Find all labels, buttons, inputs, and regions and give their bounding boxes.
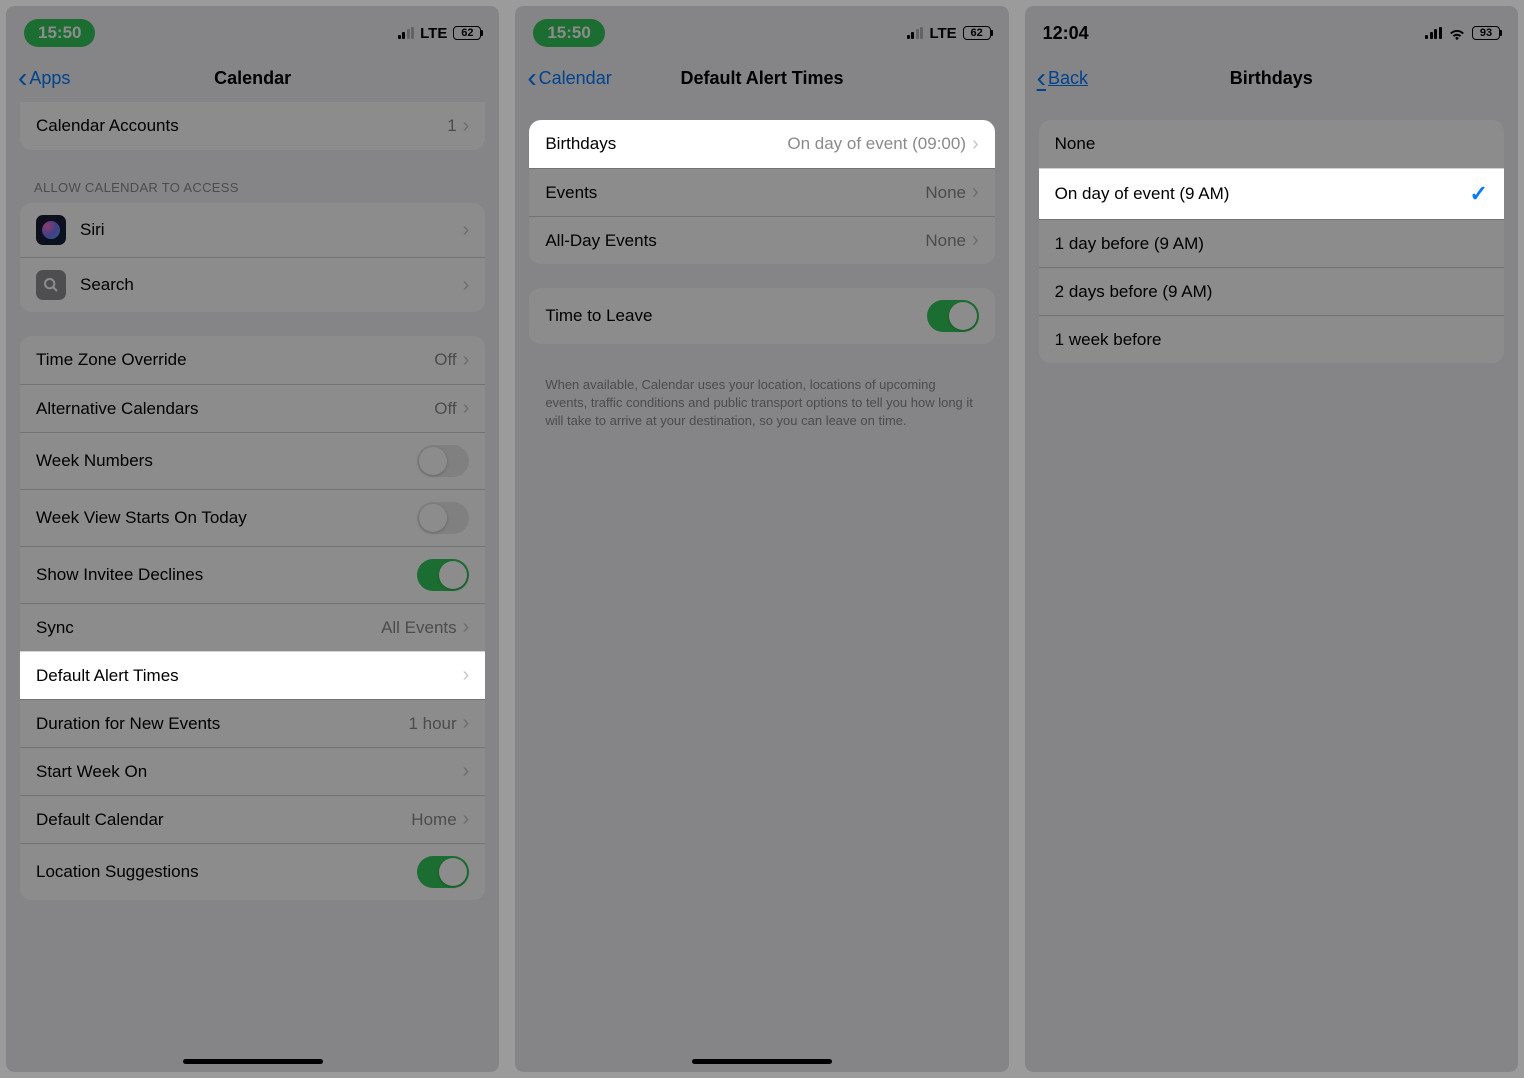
row-duration-new-events[interactable]: Duration for New Events 1 hour › bbox=[20, 699, 485, 747]
row-default-alert-times[interactable]: Default Alert Times › bbox=[20, 651, 485, 699]
page-title: Default Alert Times bbox=[680, 68, 843, 89]
section-header-access: ALLOW CALENDAR TO ACCESS bbox=[6, 174, 499, 203]
back-label: Back bbox=[1048, 68, 1088, 89]
status-right: 93 bbox=[1425, 26, 1500, 40]
back-label: Apps bbox=[29, 68, 70, 89]
row-all-day-events[interactable]: All-Day Events None › bbox=[529, 216, 994, 264]
nav-bar: ‹ Back Birthdays bbox=[1025, 56, 1518, 102]
row-events[interactable]: Events None › bbox=[529, 168, 994, 216]
back-button[interactable]: ‹ Calendar bbox=[527, 64, 611, 92]
network-label: LTE bbox=[420, 25, 447, 42]
chevron-right-icon: › bbox=[463, 664, 470, 687]
cellular-signal-icon bbox=[398, 27, 415, 39]
screen-calendar-settings: 15:50 LTE 62 ‹ Apps Calendar Calendar Ac… bbox=[6, 6, 499, 1072]
chevron-right-icon: › bbox=[463, 712, 470, 735]
chevron-right-icon: › bbox=[463, 397, 470, 420]
cellular-signal-icon bbox=[907, 27, 924, 39]
screen-default-alert-times: 15:50 LTE 62 ‹ Calendar Default Alert Ti… bbox=[515, 6, 1008, 1072]
chevron-left-icon: ‹ bbox=[1037, 64, 1046, 92]
back-button[interactable]: ‹ Back bbox=[1037, 64, 1088, 92]
row-show-invitee-declines[interactable]: Show Invitee Declines bbox=[20, 546, 485, 603]
battery-icon: 93 bbox=[1472, 26, 1500, 40]
time-to-leave-footer: When available, Calendar uses your locat… bbox=[515, 368, 1008, 439]
status-bar: 15:50 LTE 62 bbox=[6, 6, 499, 56]
status-right: LTE 62 bbox=[907, 25, 991, 42]
status-time: 12:04 bbox=[1043, 23, 1089, 44]
toggle-week-numbers[interactable] bbox=[417, 445, 469, 477]
row-start-week-on[interactable]: Start Week On › bbox=[20, 747, 485, 795]
wifi-icon bbox=[1448, 26, 1466, 40]
status-time: 15:50 bbox=[24, 19, 95, 47]
chevron-right-icon: › bbox=[463, 808, 470, 831]
siri-icon bbox=[36, 215, 66, 245]
chevron-right-icon: › bbox=[463, 349, 470, 372]
battery-icon: 62 bbox=[453, 26, 481, 40]
chevron-left-icon: ‹ bbox=[18, 64, 27, 92]
chevron-right-icon: › bbox=[463, 616, 470, 639]
back-button[interactable]: ‹ Apps bbox=[18, 64, 70, 92]
row-alternative-calendars[interactable]: Alternative Calendars Off › bbox=[20, 384, 485, 432]
chevron-right-icon: › bbox=[972, 229, 979, 252]
row-location-suggestions[interactable]: Location Suggestions bbox=[20, 843, 485, 900]
battery-icon: 62 bbox=[963, 26, 991, 40]
chevron-right-icon: › bbox=[463, 760, 470, 783]
back-label: Calendar bbox=[539, 68, 612, 89]
cellular-signal-icon bbox=[1425, 27, 1442, 39]
page-title: Birthdays bbox=[1230, 68, 1313, 89]
row-calendar-accounts[interactable]: Calendar Accounts 1 › bbox=[20, 102, 485, 150]
option-2-days-before[interactable]: 2 days before (9 AM) bbox=[1039, 267, 1504, 315]
chevron-right-icon: › bbox=[463, 274, 470, 297]
home-indicator[interactable] bbox=[183, 1059, 323, 1064]
status-bar: 12:04 93 bbox=[1025, 6, 1518, 56]
row-sync[interactable]: Sync All Events › bbox=[20, 603, 485, 651]
page-title: Calendar bbox=[214, 68, 291, 89]
settings-list[interactable]: Birthdays On day of event (09:00) › Even… bbox=[515, 102, 1008, 1072]
row-time-zone-override[interactable]: Time Zone Override Off › bbox=[20, 336, 485, 384]
chevron-right-icon: › bbox=[463, 219, 470, 242]
option-none[interactable]: None bbox=[1039, 120, 1504, 168]
checkmark-icon: ✓ bbox=[1470, 181, 1488, 207]
row-search[interactable]: Search › bbox=[20, 257, 485, 312]
chevron-right-icon: › bbox=[463, 115, 470, 138]
search-icon bbox=[36, 270, 66, 300]
row-siri[interactable]: Siri › bbox=[20, 203, 485, 257]
status-right: LTE 62 bbox=[398, 25, 482, 42]
options-list[interactable]: None On day of event (9 AM) ✓ 1 day befo… bbox=[1025, 102, 1518, 1072]
network-label: LTE bbox=[929, 25, 956, 42]
chevron-left-icon: ‹ bbox=[527, 64, 536, 92]
option-1-week-before[interactable]: 1 week before bbox=[1039, 315, 1504, 363]
settings-list[interactable]: Calendar Accounts 1 › ALLOW CALENDAR TO … bbox=[6, 102, 499, 1072]
toggle-week-view-starts[interactable] bbox=[417, 502, 469, 534]
row-week-numbers[interactable]: Week Numbers bbox=[20, 432, 485, 489]
status-time: 15:50 bbox=[533, 19, 604, 47]
row-time-to-leave[interactable]: Time to Leave bbox=[529, 288, 994, 344]
row-default-calendar[interactable]: Default Calendar Home › bbox=[20, 795, 485, 843]
chevron-right-icon: › bbox=[972, 133, 979, 156]
status-bar: 15:50 LTE 62 bbox=[515, 6, 1008, 56]
option-on-day-of-event[interactable]: On day of event (9 AM) ✓ bbox=[1039, 168, 1504, 219]
toggle-location-suggestions[interactable] bbox=[417, 856, 469, 888]
nav-bar: ‹ Apps Calendar bbox=[6, 56, 499, 102]
row-week-view-starts-today[interactable]: Week View Starts On Today bbox=[20, 489, 485, 546]
toggle-time-to-leave[interactable] bbox=[927, 300, 979, 332]
home-indicator[interactable] bbox=[692, 1059, 832, 1064]
toggle-invitee-declines[interactable] bbox=[417, 559, 469, 591]
nav-bar: ‹ Calendar Default Alert Times bbox=[515, 56, 1008, 102]
screen-birthdays-alert: 12:04 93 ‹ Back Birthdays None On day of… bbox=[1025, 6, 1518, 1072]
chevron-right-icon: › bbox=[972, 181, 979, 204]
row-birthdays[interactable]: Birthdays On day of event (09:00) › bbox=[529, 120, 994, 168]
option-1-day-before[interactable]: 1 day before (9 AM) bbox=[1039, 219, 1504, 267]
